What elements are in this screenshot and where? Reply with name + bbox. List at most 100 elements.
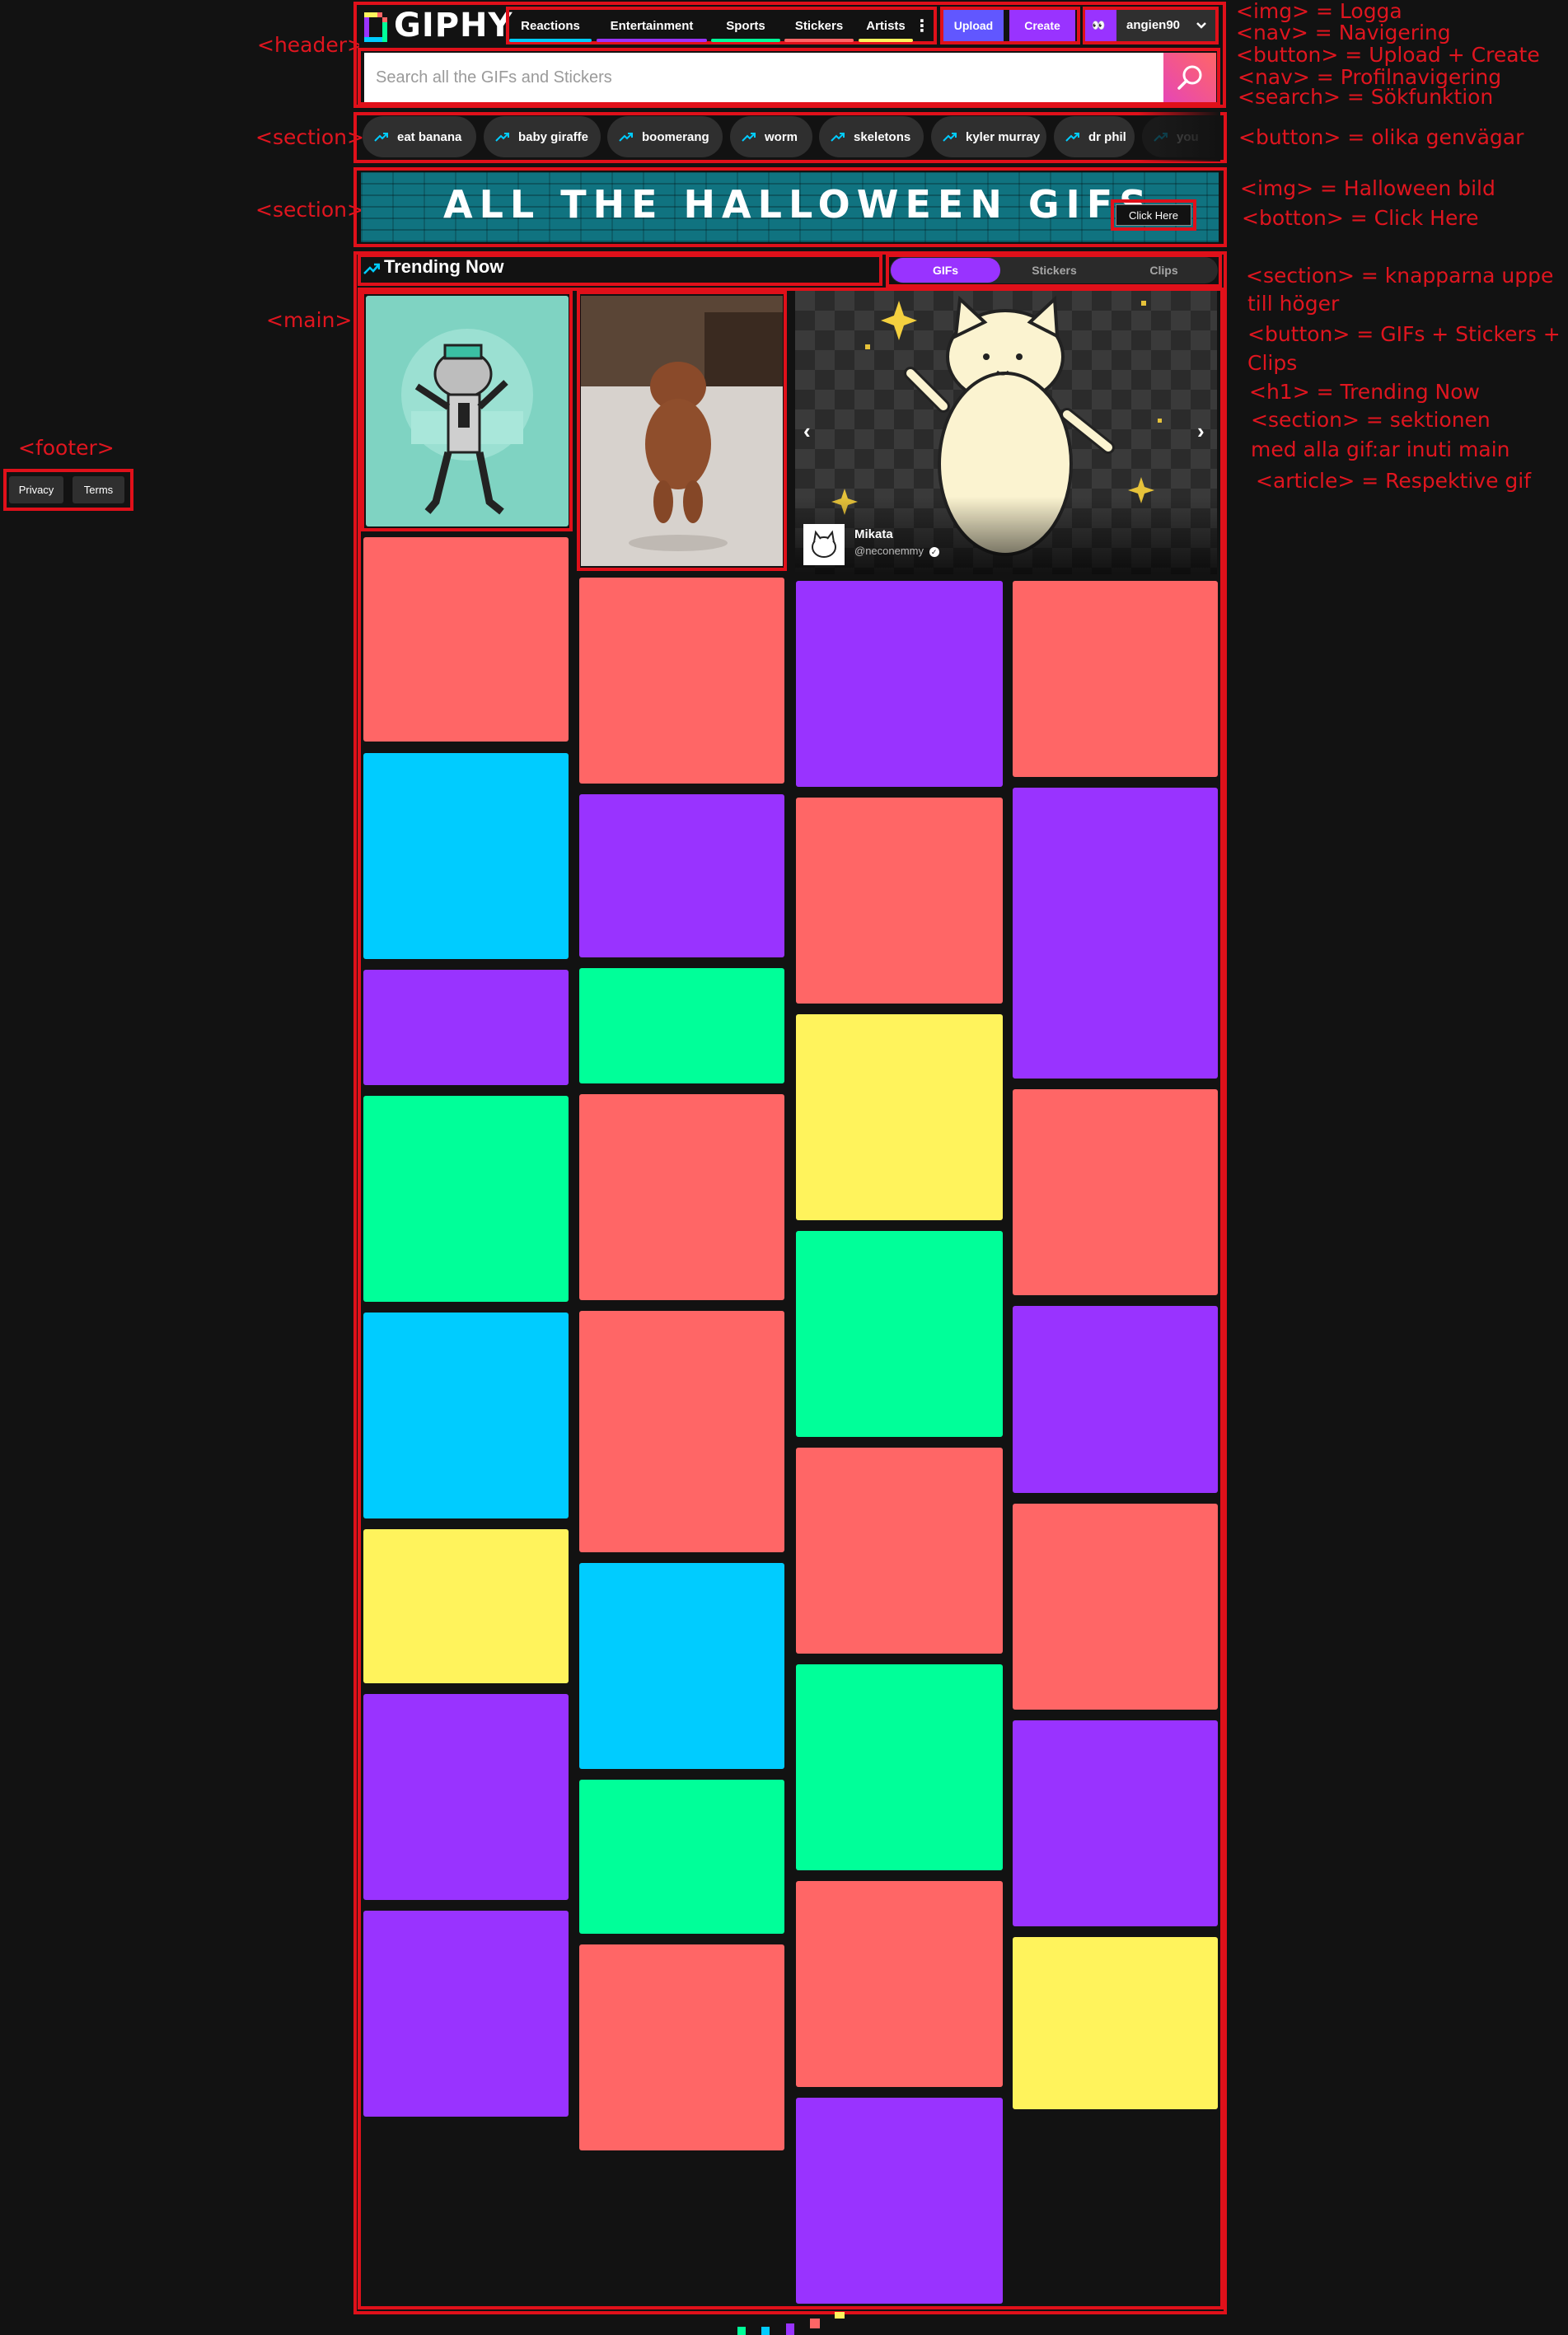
creator-name[interactable]: Mikata [854,527,893,541]
trending-icon [1065,133,1079,142]
chips-row: eat banana baby giraffe boomerang worm s… [359,0,1220,165]
gif-article[interactable] [363,1529,569,1683]
loader-dot [737,2327,746,2335]
annotation-tabs-section: <section> = knapparna uppe [1246,264,1554,288]
tab-clips[interactable]: Clips [1109,258,1219,283]
trending-icon [943,133,957,142]
annotation-footer: <footer> [18,436,115,460]
cat-avatar-icon [812,530,836,558]
gif-article[interactable] [1013,1937,1218,2109]
prev-arrow-icon[interactable]: ‹ [803,419,811,444]
verified-icon: ✓ [929,547,939,557]
chip-label: skeletons [854,129,911,144]
annotation-gif-section: <section> = sektionen [1251,408,1491,432]
annotation-tab-buttons-2: Clips [1247,351,1298,375]
chip-worm[interactable]: worm [730,116,812,157]
gif-article[interactable] [579,578,784,784]
trending-icon [831,133,845,142]
chip-label: boomerang [642,129,709,144]
creator-avatar[interactable] [803,524,845,565]
loader-dot [786,2323,794,2335]
annotation-h1: <h1> = Trending Now [1249,380,1480,404]
gif-article[interactable] [363,970,569,1085]
chip-kyler-murray[interactable]: kyler murray [931,116,1046,157]
gif-article[interactable] [363,1911,569,2117]
gif-article[interactable] [579,1563,784,1769]
gif-article[interactable] [796,1231,1003,1437]
annotation-banner-button: <botton> = Click Here [1242,206,1479,230]
next-arrow-icon[interactable]: › [1197,419,1205,444]
annotation-chips: <button> = olika genvägar [1238,125,1524,149]
annotation-banner-img: <img> = Halloween bild [1240,176,1495,200]
banner-title: ALL THE HALLOWEEN GIFS [443,182,1154,227]
gif-article[interactable] [579,1094,784,1300]
gif-article[interactable] [796,581,1003,787]
privacy-link[interactable]: Privacy [9,476,63,503]
gif-article[interactable] [1013,1504,1218,1710]
chip-label: baby giraffe [518,129,589,144]
click-here-button[interactable]: Click Here [1116,204,1191,226]
chips-fade [1138,112,1220,161]
chip-label: worm [765,129,798,144]
gif-article[interactable] [796,1664,1003,1870]
trending-icon [619,133,633,142]
chip-label: eat banana [397,129,462,144]
terms-link[interactable]: Terms [73,476,124,503]
gif-article[interactable] [363,1096,569,1302]
loader-dot [761,2327,770,2335]
gif-article[interactable] [796,1881,1003,2087]
trending-title: Trending Now [384,256,504,277]
creator-handle[interactable]: @neconemmy ✓ [854,545,939,557]
loading-indicator [737,2312,853,2335]
gif-article[interactable] [363,1313,569,1518]
gif-article[interactable] [363,753,569,959]
creator-handle-text: @neconemmy [854,545,924,557]
gif-article[interactable] [579,968,784,1083]
annotation-main: <main> [266,308,353,332]
annotation-header: <header> [257,33,364,57]
gif-article[interactable] [1013,1306,1218,1493]
halloween-banner[interactable]: ALL THE HALLOWEEN GIFS [361,172,1219,242]
gif-article[interactable] [579,1944,784,2150]
featured-carousel[interactable]: ‹ › Mikata @neconemmy ✓ [795,291,1217,574]
gif-article[interactable] [1013,581,1218,777]
chip-label: kyler murray [966,129,1041,144]
trending-icon [742,133,756,142]
annotation-section-2: <section> [255,198,364,222]
gif-article[interactable] [363,1694,569,1900]
annotation-article: <article> = Respektive gif [1256,469,1532,493]
loader-dot [835,2312,845,2319]
gif-article[interactable] [1013,1720,1218,1926]
poodle-gif [581,296,783,566]
gif-article[interactable] [366,296,569,526]
trending-icon [363,263,380,274]
annotation-search: <search> = Sökfunktion [1238,85,1494,109]
annotation-gif-section-2: med alla gif:ar inuti main [1251,438,1510,461]
gif-article[interactable] [1013,788,1218,1079]
gif-article[interactable] [581,296,783,566]
gif-article[interactable] [363,537,569,742]
annotation-section-1: <section> [255,125,364,149]
gif-article[interactable] [796,2098,1003,2304]
annotation-tab-buttons: <button> = GIFs + Stickers + [1247,322,1561,346]
chip-label: dr phil [1088,129,1126,144]
tab-stickers[interactable]: Stickers [999,258,1109,283]
trending-icon [495,133,509,142]
gif-article[interactable] [579,794,784,957]
chip-skeletons[interactable]: skeletons [819,116,924,157]
tab-gifs[interactable]: GIFs [891,258,1000,283]
loader-dot [810,2319,820,2328]
dancing-character-gif [401,329,533,515]
gif-article[interactable] [579,1780,784,1934]
gif-article[interactable] [796,798,1003,1004]
gif-article[interactable] [796,1448,1003,1654]
chip-baby-giraffe[interactable]: baby giraffe [484,116,601,157]
trending-icon [374,133,388,142]
chip-eat-banana[interactable]: eat banana [363,116,476,157]
annotation-tabs-section-2: till höger [1247,292,1340,316]
gif-article[interactable] [796,1014,1003,1220]
gif-article[interactable] [579,1311,784,1552]
chip-dr-phil[interactable]: dr phil [1054,116,1135,157]
chip-boomerang[interactable]: boomerang [607,116,723,157]
gif-article[interactable] [1013,1089,1218,1295]
